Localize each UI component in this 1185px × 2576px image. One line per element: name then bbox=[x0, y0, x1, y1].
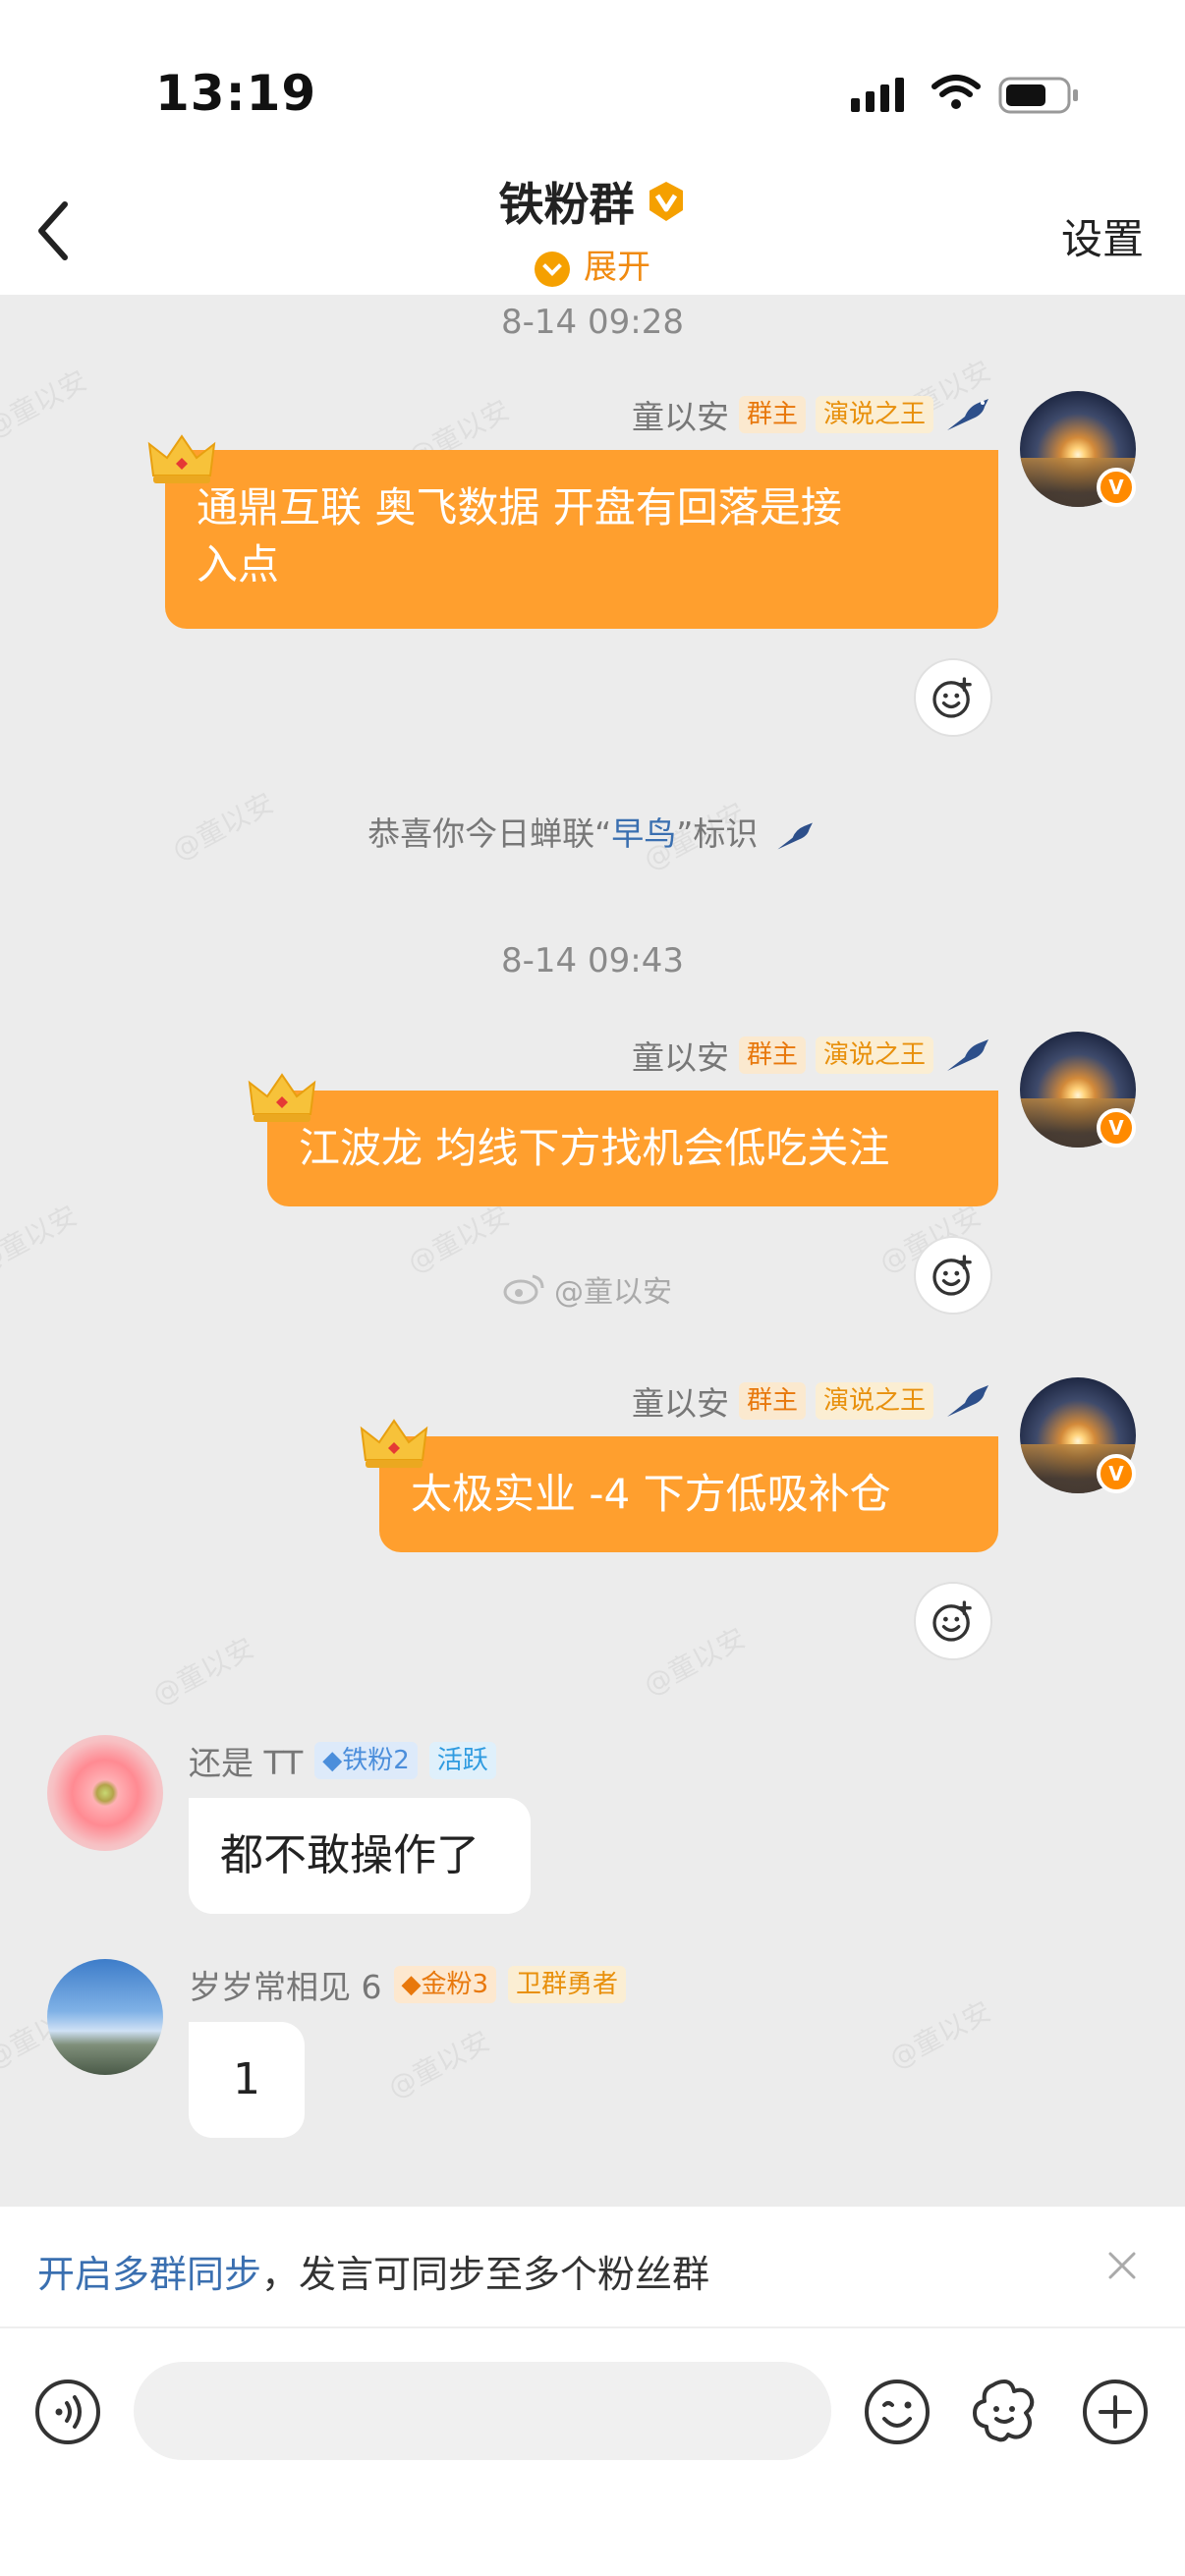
quote-close: ” bbox=[676, 814, 694, 853]
settings-button[interactable]: 设置 bbox=[1061, 206, 1144, 266]
enable-sync-link[interactable]: 开启多群同步 bbox=[37, 2253, 261, 2296]
add-reaction-icon[interactable] bbox=[914, 1582, 992, 1660]
message-bubble[interactable]: 江波龙 均线下方找机会低吃关注 bbox=[267, 1091, 998, 1206]
sender-info: 还是 TT ◆铁粉2 活跃 bbox=[189, 1739, 496, 1782]
verified-icon: V bbox=[1097, 468, 1136, 507]
weibo-handle: @童以安 bbox=[554, 1275, 672, 1310]
watermark: @童以安 bbox=[382, 2024, 495, 2105]
cellular-signal-icon bbox=[851, 78, 904, 112]
message-bubble[interactable]: 都不敢操作了 bbox=[189, 1798, 531, 1914]
crown-icon bbox=[248, 1073, 316, 1122]
message-timestamp: 8-14 09:43 bbox=[501, 941, 684, 980]
watermark: @童以安 bbox=[0, 1199, 83, 1280]
verified-icon: V bbox=[1097, 1108, 1136, 1148]
message-timestamp: 8-14 09:28 bbox=[501, 303, 684, 342]
bird-icon bbox=[947, 1039, 988, 1071]
owner-badge: 群主 bbox=[738, 1036, 806, 1074]
group-title: 铁粉群 bbox=[0, 169, 1185, 234]
wifi-icon bbox=[931, 75, 981, 109]
notice-highlight[interactable]: 早鸟 bbox=[611, 814, 676, 853]
verified-icon: V bbox=[1097, 1454, 1136, 1493]
add-reaction-icon[interactable] bbox=[914, 1236, 992, 1315]
notice-prefix: 恭喜你今日蝉联 bbox=[367, 814, 595, 853]
crown-icon bbox=[147, 434, 216, 483]
watermark: @童以安 bbox=[402, 1199, 515, 1280]
sender-info: 童以安 群主 演说之王 bbox=[632, 393, 994, 436]
weibo-icon bbox=[503, 1274, 544, 1305]
fan-level-label: 金粉3 bbox=[421, 1970, 489, 1999]
message-input[interactable] bbox=[134, 2362, 831, 2460]
message-bubble[interactable]: 1 bbox=[189, 2022, 305, 2138]
watermark: @童以安 bbox=[0, 364, 92, 445]
title-badge: 演说之王 bbox=[815, 396, 933, 433]
avatar[interactable] bbox=[47, 1735, 163, 1851]
voice-icon[interactable] bbox=[33, 2378, 102, 2446]
owner-badge: 群主 bbox=[738, 396, 806, 433]
sender-name: 还是 TT bbox=[189, 1744, 304, 1782]
bird-icon bbox=[777, 821, 813, 850]
message-text-line: 入点 bbox=[197, 540, 280, 588]
sender-name: 童以安 bbox=[631, 1384, 729, 1423]
sticker-icon[interactable] bbox=[969, 2376, 1040, 2446]
add-reaction-icon[interactable] bbox=[914, 658, 992, 737]
system-notice: 恭喜你今日蝉联“早鸟”标识 bbox=[0, 808, 1185, 855]
active-badge: 活跃 bbox=[428, 1742, 496, 1779]
battery-icon bbox=[998, 77, 1078, 114]
crown-icon bbox=[360, 1419, 428, 1468]
sender-name: 童以安 bbox=[631, 398, 729, 436]
sender-info: 童以安 群主 演说之王 bbox=[632, 1034, 994, 1077]
top-header-area: 13:19 铁粉群 展开 设置 bbox=[0, 0, 1185, 295]
notice-suffix: 标识 bbox=[693, 814, 759, 853]
message-bubble[interactable]: 太极实业 -4 下方低吸补仓 bbox=[379, 1436, 998, 1552]
expand-button[interactable]: 展开 bbox=[0, 240, 1185, 288]
multi-group-sync-banner: 开启多群同步，发言可同步至多个粉丝群 bbox=[0, 2207, 1185, 2328]
bird-icon bbox=[947, 1385, 988, 1417]
message-text-line: 通鼎互联 奥飞数据 开盘有回落是接 bbox=[197, 483, 842, 532]
bird-icon bbox=[947, 399, 988, 430]
input-bar bbox=[0, 2328, 1185, 2576]
status-time: 13:19 bbox=[155, 65, 317, 122]
guard-badge: 卫群勇者 bbox=[508, 1966, 627, 2003]
plus-icon[interactable] bbox=[1081, 2378, 1150, 2446]
sync-text: 开启多群同步，发言可同步至多个粉丝群 bbox=[37, 2244, 709, 2298]
fan-level-badge: ◆铁粉2 bbox=[314, 1742, 418, 1779]
sync-description: ，发言可同步至多个粉丝群 bbox=[261, 2253, 710, 2296]
fan-level-badge: ◆金粉3 bbox=[393, 1966, 497, 2003]
emoji-icon[interactable] bbox=[863, 2378, 931, 2446]
watermark: @童以安 bbox=[146, 1631, 259, 1712]
chevron-down-icon bbox=[535, 251, 570, 287]
page-title: 铁粉群 bbox=[498, 178, 635, 231]
close-icon[interactable] bbox=[1102, 2246, 1142, 2285]
weibo-watermark: @童以安 bbox=[501, 1267, 672, 1311]
message-bubble[interactable]: 通鼎互联 奥飞数据 开盘有回落是接 入点 bbox=[165, 450, 998, 629]
watermark: @童以安 bbox=[883, 1994, 996, 2076]
sender-name: 童以安 bbox=[631, 1038, 729, 1077]
verified-icon bbox=[649, 182, 683, 221]
quote-open: “ bbox=[594, 814, 612, 853]
sender-info: 岁岁常相见 6 ◆金粉3 卫群勇者 bbox=[189, 1963, 627, 2006]
watermark: @童以安 bbox=[638, 1621, 751, 1703]
sender-name: 岁岁常相见 6 bbox=[189, 1968, 382, 2006]
owner-badge: 群主 bbox=[738, 1382, 806, 1420]
expand-label: 展开 bbox=[584, 248, 650, 287]
title-badge: 演说之王 bbox=[815, 1036, 933, 1074]
title-badge: 演说之王 bbox=[815, 1382, 933, 1420]
fan-level-label: 铁粉2 bbox=[342, 1746, 410, 1775]
sender-info: 童以安 群主 演说之王 bbox=[632, 1379, 994, 1423]
avatar[interactable] bbox=[47, 1959, 163, 2075]
